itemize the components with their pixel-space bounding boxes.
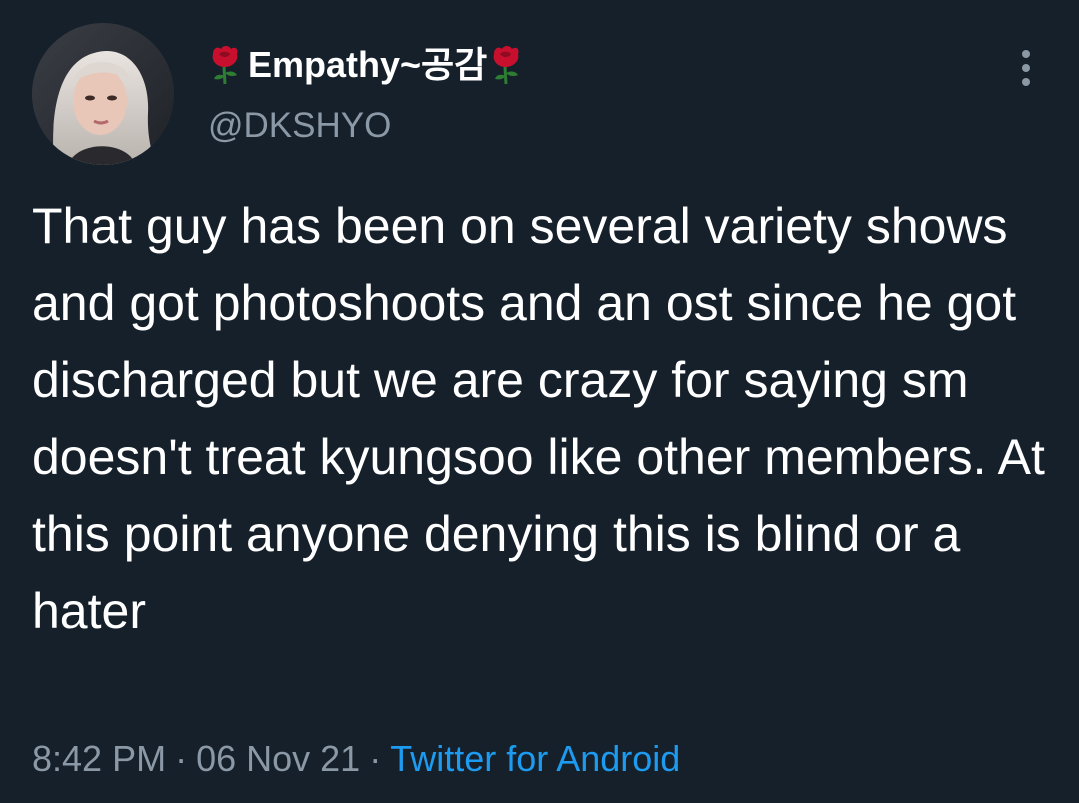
tweet-text: That guy has been on several variety sho… — [32, 198, 1045, 639]
username-handle[interactable]: @DKSHYO — [208, 104, 391, 148]
tweet-source-link[interactable]: Twitter for Android — [390, 738, 680, 779]
avatar[interactable] — [32, 23, 174, 165]
separator-dot: · — [369, 738, 382, 779]
rose-icon — [489, 45, 523, 85]
more-vertical-icon — [1022, 50, 1030, 86]
avatar-image — [32, 23, 174, 165]
display-name-row[interactable]: Empathy~공감 — [208, 42, 523, 88]
more-options-button[interactable] — [1006, 44, 1046, 94]
tweet-date[interactable]: 06 Nov 21 — [196, 738, 360, 779]
tweet-metadata: 8:42 PM · 06 Nov 21 · Twitter for Android — [32, 737, 680, 781]
rose-icon — [208, 45, 242, 85]
tweet: Empathy~공감 @DKSHYO That guy has been on … — [0, 0, 1079, 803]
display-name: Empathy~공감 — [248, 44, 488, 85]
separator-dot: · — [175, 738, 188, 779]
tweet-time[interactable]: 8:42 PM — [32, 738, 166, 779]
